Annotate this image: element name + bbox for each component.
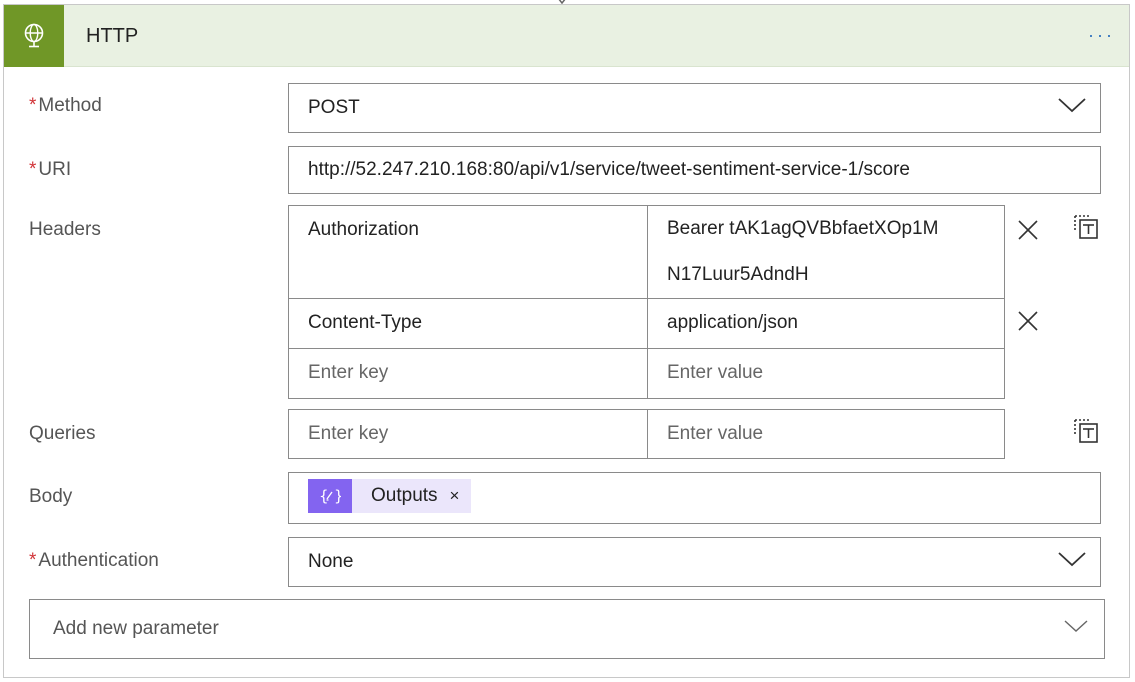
header-value-line: Bearer tAK1agQVBbfaetXOp1M xyxy=(667,218,939,239)
queries-table: Enter key Enter value xyxy=(288,409,1005,459)
text-mode-icon[interactable] xyxy=(1073,418,1099,444)
table-row: Enter key Enter value xyxy=(289,348,1004,398)
authentication-dropdown[interactable]: None xyxy=(288,537,1101,587)
svg-text:{: { xyxy=(319,487,329,505)
more-options-button[interactable]: ··· xyxy=(1088,25,1115,46)
chevron-down-icon xyxy=(1058,98,1086,113)
query-key-input[interactable]: Enter key xyxy=(289,410,647,458)
chevron-down-icon xyxy=(1058,552,1086,567)
header-key-cell[interactable]: Authorization xyxy=(289,206,647,298)
uri-label-text: URI xyxy=(38,159,72,180)
http-action-card: HTTP ··· * Method POST * URI http://52.247… xyxy=(3,4,1130,678)
table-row: Authorization Bearer tAK1agQVBbfaetXOp1M… xyxy=(289,206,1004,298)
header-value-line: N17Luur5AdndH xyxy=(667,264,809,285)
headers-table: Authorization Bearer tAK1agQVBbfaetXOp1M… xyxy=(288,205,1005,399)
action-title: HTTP xyxy=(86,25,139,47)
text-mode-icon[interactable] xyxy=(1073,214,1099,240)
method-label: * Method xyxy=(29,95,102,117)
table-row: Content-Type application/json xyxy=(289,298,1004,348)
uri-label: * URI xyxy=(29,159,71,181)
add-parameter-label: Add new parameter xyxy=(53,618,219,639)
queries-label: Queries xyxy=(29,423,96,444)
headers-label: Headers xyxy=(29,219,101,240)
card-header[interactable]: HTTP ··· xyxy=(4,5,1129,67)
chevron-down-icon xyxy=(1064,620,1088,632)
close-icon[interactable] xyxy=(1017,310,1039,332)
method-value: POST xyxy=(308,97,360,118)
token-text: Outputs xyxy=(371,485,438,506)
uri-input[interactable]: http://52.247.210.168:80/api/v1/service/… xyxy=(288,146,1101,194)
authentication-value: None xyxy=(308,551,354,572)
header-key-input[interactable]: Enter key xyxy=(289,349,647,398)
add-new-parameter-dropdown[interactable]: Add new parameter xyxy=(29,599,1105,659)
authentication-label: * Authentication xyxy=(29,550,159,572)
required-marker: * xyxy=(29,550,37,571)
query-value-input[interactable]: Enter value xyxy=(647,410,1004,458)
action-icon-box xyxy=(4,5,64,67)
remove-token-button[interactable]: × xyxy=(450,486,460,505)
header-value-input[interactable]: Enter value xyxy=(647,349,1004,398)
header-key-cell[interactable]: Content-Type xyxy=(289,299,647,348)
authentication-label-text: Authentication xyxy=(38,550,159,571)
method-dropdown[interactable]: POST xyxy=(288,83,1101,133)
outputs-token[interactable]: { } Outputs × xyxy=(308,479,472,513)
uri-value: http://52.247.210.168:80/api/v1/service/… xyxy=(308,159,910,180)
header-value-cell[interactable]: Bearer tAK1agQVBbfaetXOp1M N17Luur5AdndH xyxy=(647,206,1004,298)
token-label: Outputs × xyxy=(352,479,472,513)
close-icon[interactable] xyxy=(1017,219,1039,241)
required-marker: * xyxy=(29,95,37,116)
header-value-cell[interactable]: application/json xyxy=(647,299,1004,348)
globe-icon xyxy=(24,23,44,48)
table-row: Enter key Enter value xyxy=(289,410,1004,458)
expression-icon: { } xyxy=(308,479,352,513)
method-label-text: Method xyxy=(38,95,102,116)
svg-text:}: } xyxy=(334,487,341,505)
body-label: Body xyxy=(29,486,73,507)
required-marker: * xyxy=(29,159,37,180)
